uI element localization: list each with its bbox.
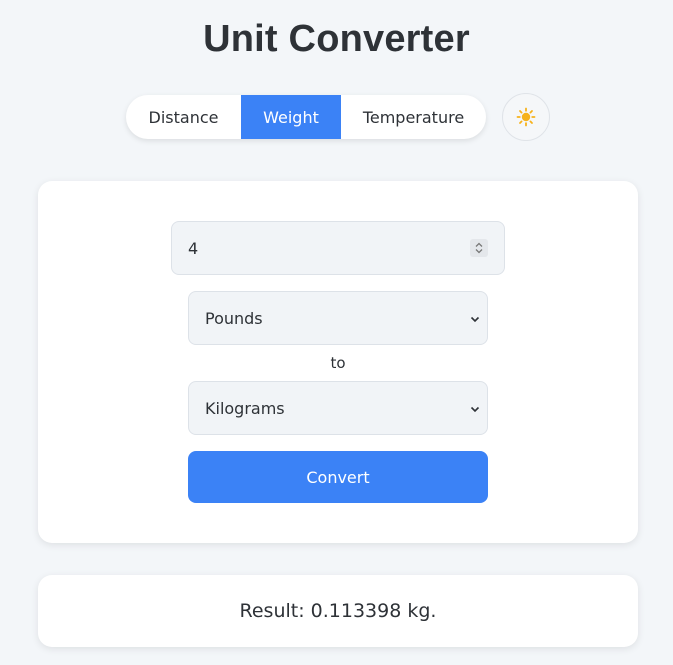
convert-button[interactable]: Convert [188, 451, 488, 503]
converter-card: 4 Pounds to Kilograms Convert [38, 181, 638, 543]
value-input[interactable]: 4 [171, 221, 505, 275]
to-label: to [330, 354, 346, 372]
value-text: 4 [188, 238, 199, 258]
from-unit-value: Pounds [205, 308, 263, 328]
chevron-down-icon [470, 406, 480, 413]
tab-temperature[interactable]: Temperature [341, 95, 486, 139]
theme-toggle-button[interactable] [502, 93, 550, 141]
tab-weight[interactable]: Weight [241, 95, 341, 139]
unit-converter-app: Unit Converter Distance Weight Temperatu… [0, 0, 673, 665]
page-title: Unit Converter [203, 18, 470, 60]
spinner-arrows-icon [475, 242, 483, 254]
from-unit-select[interactable]: Pounds [188, 291, 488, 345]
chevron-down-icon [470, 316, 480, 323]
number-spinner[interactable] [470, 239, 488, 257]
to-unit-value: Kilograms [205, 398, 285, 418]
to-unit-select[interactable]: Kilograms [188, 381, 488, 435]
result-text: Result: 0.113398 kg. [239, 600, 437, 622]
result-card: Result: 0.113398 kg. [38, 575, 638, 647]
tab-distance[interactable]: Distance [126, 95, 241, 139]
sun-icon [516, 107, 536, 127]
category-tabs: Distance Weight Temperature [126, 95, 486, 139]
